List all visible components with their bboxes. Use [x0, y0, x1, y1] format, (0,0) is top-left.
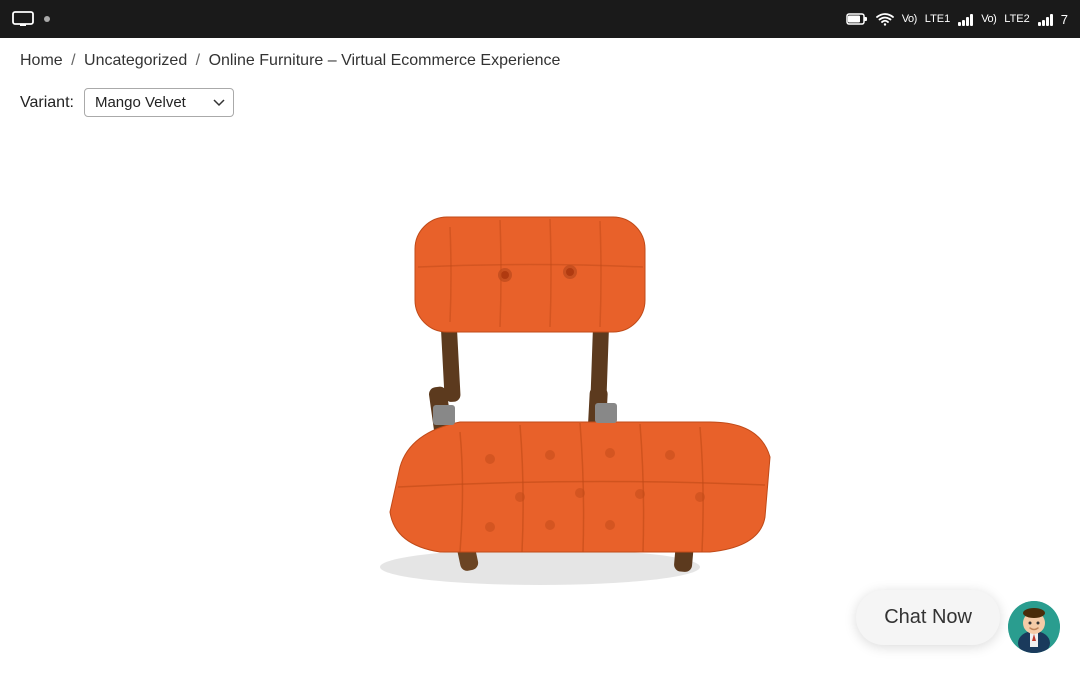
chat-now-button[interactable]: Chat Now — [856, 590, 1000, 645]
monitor-icon — [12, 11, 34, 27]
lte2-signal — [1038, 12, 1053, 26]
main-content: Home / Uncategorized / Online Furniture … — [0, 38, 1080, 675]
breadcrumb-sep2: / — [196, 52, 200, 69]
chat-avatar[interactable] — [1008, 601, 1060, 653]
lte1-label: Vo) — [902, 13, 917, 25]
variant-select[interactable]: Mango Velvet Navy Blue Forest Green Char… — [84, 88, 234, 117]
chat-now-label: Chat Now — [884, 606, 972, 629]
avatar-svg — [1008, 601, 1060, 653]
chair-container — [20, 137, 1060, 597]
status-dot — [44, 16, 50, 22]
breadcrumb-sep1: / — [71, 52, 75, 69]
lte1-signal — [958, 12, 973, 26]
battery-icon — [846, 12, 868, 26]
status-bar-right: Vo) LTE1 Vo) LTE2 7 — [846, 12, 1068, 27]
lte2-text: LTE2 — [1004, 13, 1029, 25]
breadcrumb-page: Online Furniture – Virtual Ecommerce Exp… — [209, 52, 561, 69]
status-bar-left — [12, 11, 50, 27]
wifi-icon — [876, 12, 894, 26]
status-bar: Vo) LTE1 Vo) LTE2 7 — [0, 0, 1080, 38]
lte1-text: LTE1 — [925, 13, 950, 25]
breadcrumb-category[interactable]: Uncategorized — [84, 52, 187, 69]
battery-percent: 7 — [1061, 12, 1068, 27]
variant-label: Variant: — [20, 94, 74, 112]
chair-image — [250, 137, 830, 597]
variant-row: Variant: Mango Velvet Navy Blue Forest G… — [20, 88, 1060, 117]
chair-svg — [250, 137, 830, 597]
breadcrumb: Home / Uncategorized / Online Furniture … — [20, 52, 1060, 70]
breadcrumb-home[interactable]: Home — [20, 52, 63, 69]
lte2-label: Vo) — [981, 13, 996, 25]
